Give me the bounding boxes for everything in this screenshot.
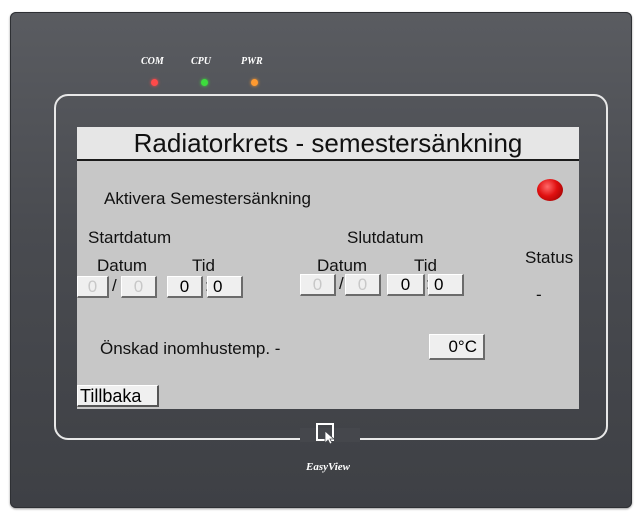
start-minute-field[interactable]: 0 xyxy=(207,276,243,298)
page-title: Radiatorkrets - semestersänkning xyxy=(77,127,579,161)
status-label: Status xyxy=(525,248,574,267)
com-led-icon xyxy=(151,79,158,86)
end-date-heading: Slutdatum xyxy=(347,228,424,247)
start-date-separator: / xyxy=(112,276,117,295)
cpu-led-label: CPU xyxy=(191,56,211,67)
temp-label: Önskad inomhustemp. - xyxy=(100,339,281,358)
temp-value-field[interactable]: 0°C xyxy=(429,334,485,360)
end-minute-field[interactable]: 0 xyxy=(428,274,464,296)
end-day-field[interactable]: 0 xyxy=(300,274,336,296)
end-month-field[interactable]: 0 xyxy=(345,274,381,296)
brand-logo: EasyView xyxy=(306,461,351,473)
pwr-led-label: PWR xyxy=(241,56,263,67)
end-hour-field[interactable]: 0 xyxy=(387,274,425,296)
status-value: - xyxy=(536,285,542,304)
start-date-heading: Startdatum xyxy=(88,228,172,247)
start-time-label: Tid xyxy=(192,256,215,275)
end-date-label: Datum xyxy=(317,256,368,275)
activate-indicator-button[interactable] xyxy=(537,179,563,201)
com-led-label: COM xyxy=(141,56,164,67)
touch-logo-icon xyxy=(316,423,336,445)
activate-label: Aktivera Semestersänkning xyxy=(104,189,311,208)
pwr-led-icon xyxy=(251,79,258,86)
cpu-led-icon xyxy=(201,79,208,86)
start-date-label: Datum xyxy=(97,256,148,275)
back-button[interactable]: Tillbaka xyxy=(77,385,159,407)
end-date-separator: / xyxy=(339,274,344,293)
start-day-field[interactable]: 0 xyxy=(77,276,109,298)
hmi-screen: Radiatorkrets - semestersänkning Aktiver… xyxy=(77,127,579,409)
start-hour-field[interactable]: 0 xyxy=(167,276,203,298)
start-month-field[interactable]: 0 xyxy=(121,276,157,298)
end-time-label: Tid xyxy=(414,256,437,275)
